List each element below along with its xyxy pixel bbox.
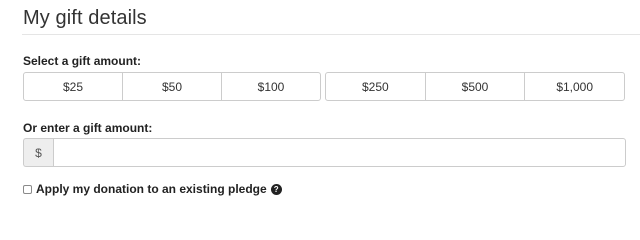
custom-amount-group: $: [23, 138, 626, 167]
page-title: My gift details: [23, 7, 147, 29]
pledge-label[interactable]: Apply my donation to an existing pledge: [36, 182, 267, 196]
amount-button-250[interactable]: $250: [325, 72, 426, 101]
amount-button-1000[interactable]: $1,000: [524, 72, 626, 101]
gift-amount-group-two: $250 $500 $1,000: [325, 72, 626, 101]
amount-button-500[interactable]: $500: [424, 72, 526, 101]
amount-button-100[interactable]: $100: [221, 72, 321, 101]
gift-amount-group-one: $25 $50 $100: [23, 72, 321, 101]
currency-addon: $: [23, 138, 53, 167]
title-divider: [22, 34, 640, 35]
custom-amount-label: Or enter a gift amount:: [23, 121, 153, 135]
amount-button-50[interactable]: $50: [122, 72, 222, 101]
pledge-option: Apply my donation to an existing pledge …: [23, 182, 282, 196]
question-circle-icon[interactable]: ?: [270, 183, 282, 195]
pledge-checkbox[interactable]: [23, 184, 32, 194]
amount-button-25[interactable]: $25: [23, 72, 123, 101]
gift-amount-label: Select a gift amount:: [23, 54, 142, 68]
custom-amount-input[interactable]: [53, 138, 626, 167]
